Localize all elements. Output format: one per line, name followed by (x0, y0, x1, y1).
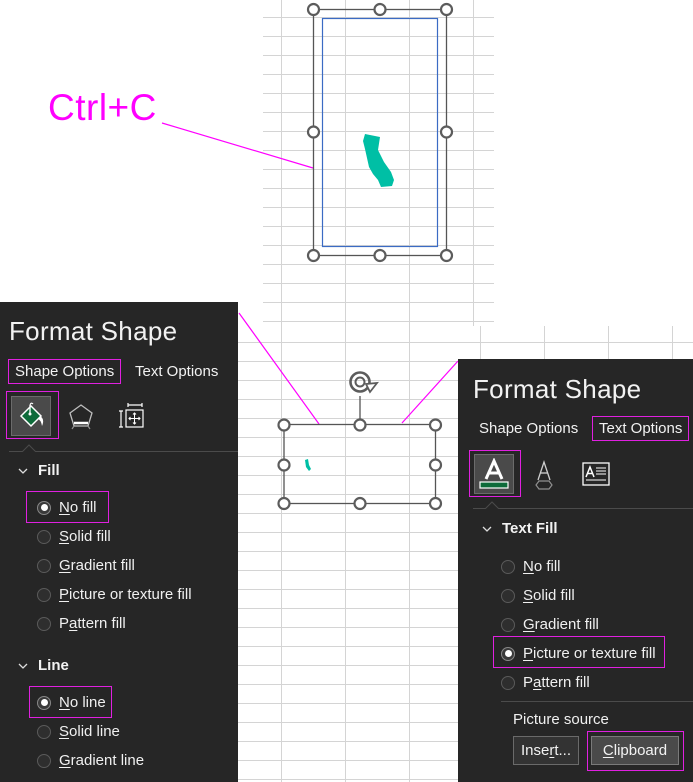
line-section-label: Line (38, 657, 69, 674)
pane-title: Format Shape (9, 316, 178, 346)
size-properties-icon (119, 403, 144, 428)
option-label: No line (59, 694, 106, 711)
icon-tabs-separator (9, 451, 238, 452)
text-fill-option-no-fill[interactable]: No fill (501, 558, 561, 575)
text-effects-tab[interactable] (524, 454, 564, 494)
option-label: Gradient line (59, 752, 145, 769)
radio-button[interactable] (37, 695, 51, 710)
icon-tabs-separator (473, 508, 693, 509)
size-properties-tab[interactable] (111, 396, 151, 436)
fill-option-picture-texture-fill[interactable]: Picture or texture fill (37, 586, 192, 603)
fill-option-pattern-fill[interactable]: Pattern fill (37, 615, 126, 632)
option-label: Gradient fill (59, 557, 135, 574)
line-option-solid-line[interactable]: Solid line (37, 723, 120, 740)
radio-button[interactable] (501, 617, 515, 632)
chevron-down-icon (482, 526, 492, 532)
line-option-no-line[interactable]: No line (37, 694, 106, 711)
fill-option-no-fill[interactable]: No fill (37, 499, 97, 516)
tab-text-options[interactable]: Text Options (129, 360, 224, 383)
option-label: Picture or texture fill (523, 645, 656, 662)
radio-button[interactable] (501, 588, 515, 603)
tab-text-options[interactable]: Text Options (591, 416, 690, 441)
option-label: Solid fill (59, 528, 111, 545)
worksheet-grid-middle[interactable] (238, 326, 463, 782)
text-fill-outline-icon (479, 458, 509, 489)
chevron-down-icon (18, 468, 28, 474)
option-label: Solid fill (523, 587, 575, 604)
fill-line-tab[interactable] (11, 396, 51, 436)
radio-button[interactable] (37, 616, 51, 631)
picture-source-label: Picture source (513, 711, 609, 728)
radio-button[interactable] (37, 587, 51, 602)
fill-option-gradient-fill[interactable]: Gradient fill (37, 557, 135, 574)
fill-option-solid-fill[interactable]: Solid fill (37, 528, 111, 545)
text-fill-outline-tab[interactable] (474, 454, 514, 494)
format-shape-pane-shape-options: Format Shape Shape Options Text Options (0, 302, 238, 782)
line-option-gradient-line[interactable]: Gradient line (37, 752, 144, 769)
text-fill-option-picture-texture-fill[interactable]: Picture or texture fill (501, 645, 656, 662)
text-fill-section-header[interactable]: Text Fill (482, 520, 558, 537)
radio-button[interactable] (37, 724, 51, 739)
tab-shape-options[interactable]: Shape Options (473, 417, 584, 440)
option-label: Picture or texture fill (59, 586, 192, 603)
radio-button[interactable] (37, 529, 51, 544)
line-section-header[interactable]: Line (18, 657, 69, 674)
option-label: Pattern fill (59, 615, 126, 632)
radio-button[interactable] (501, 675, 515, 690)
format-shape-pane-text-options: Format Shape Shape Options Text Options … (458, 359, 693, 782)
fill-section-header[interactable]: Fill (18, 462, 60, 479)
effects-tab[interactable] (61, 396, 101, 436)
option-label: Solid line (59, 723, 120, 740)
text-effects-icon (535, 459, 553, 490)
fill-line-icon (19, 402, 44, 428)
effects-icon (69, 404, 93, 430)
tab-shape-options[interactable]: Shape Options (7, 359, 122, 384)
radio-button[interactable] (501, 646, 515, 661)
option-label: Gradient fill (523, 616, 599, 633)
active-tab-notch (485, 501, 499, 509)
text-box-tab[interactable] (576, 454, 616, 494)
insert-picture-button[interactable]: Inse r t... (513, 736, 579, 765)
active-tab-notch (22, 444, 36, 452)
radio-button[interactable] (501, 559, 515, 574)
chevron-down-icon (18, 663, 28, 669)
radio-button[interactable] (37, 500, 51, 515)
option-label: No fill (523, 558, 561, 575)
worksheet-grid-top[interactable] (263, 0, 494, 326)
picture-source-separator (501, 701, 693, 702)
clipboard-button[interactable]: Clipboard (591, 736, 679, 765)
option-label: No fill (59, 499, 97, 516)
worksheet-grid-right[interactable] (463, 326, 693, 361)
option-label: Pattern fill (523, 674, 590, 691)
text-fill-option-pattern-fill[interactable]: Pattern fill (501, 674, 590, 691)
pane-title: Format Shape (473, 374, 642, 404)
radio-button[interactable] (37, 753, 51, 768)
text-fill-option-solid-fill[interactable]: Solid fill (501, 587, 575, 604)
ctrl-c-callout: Ctrl+C (48, 87, 157, 128)
text-fill-option-gradient-fill[interactable]: Gradient fill (501, 616, 599, 633)
fill-section-label: Fill (38, 462, 60, 479)
text-box-icon (582, 462, 610, 486)
radio-button[interactable] (37, 558, 51, 573)
text-fill-section-label: Text Fill (502, 520, 558, 537)
